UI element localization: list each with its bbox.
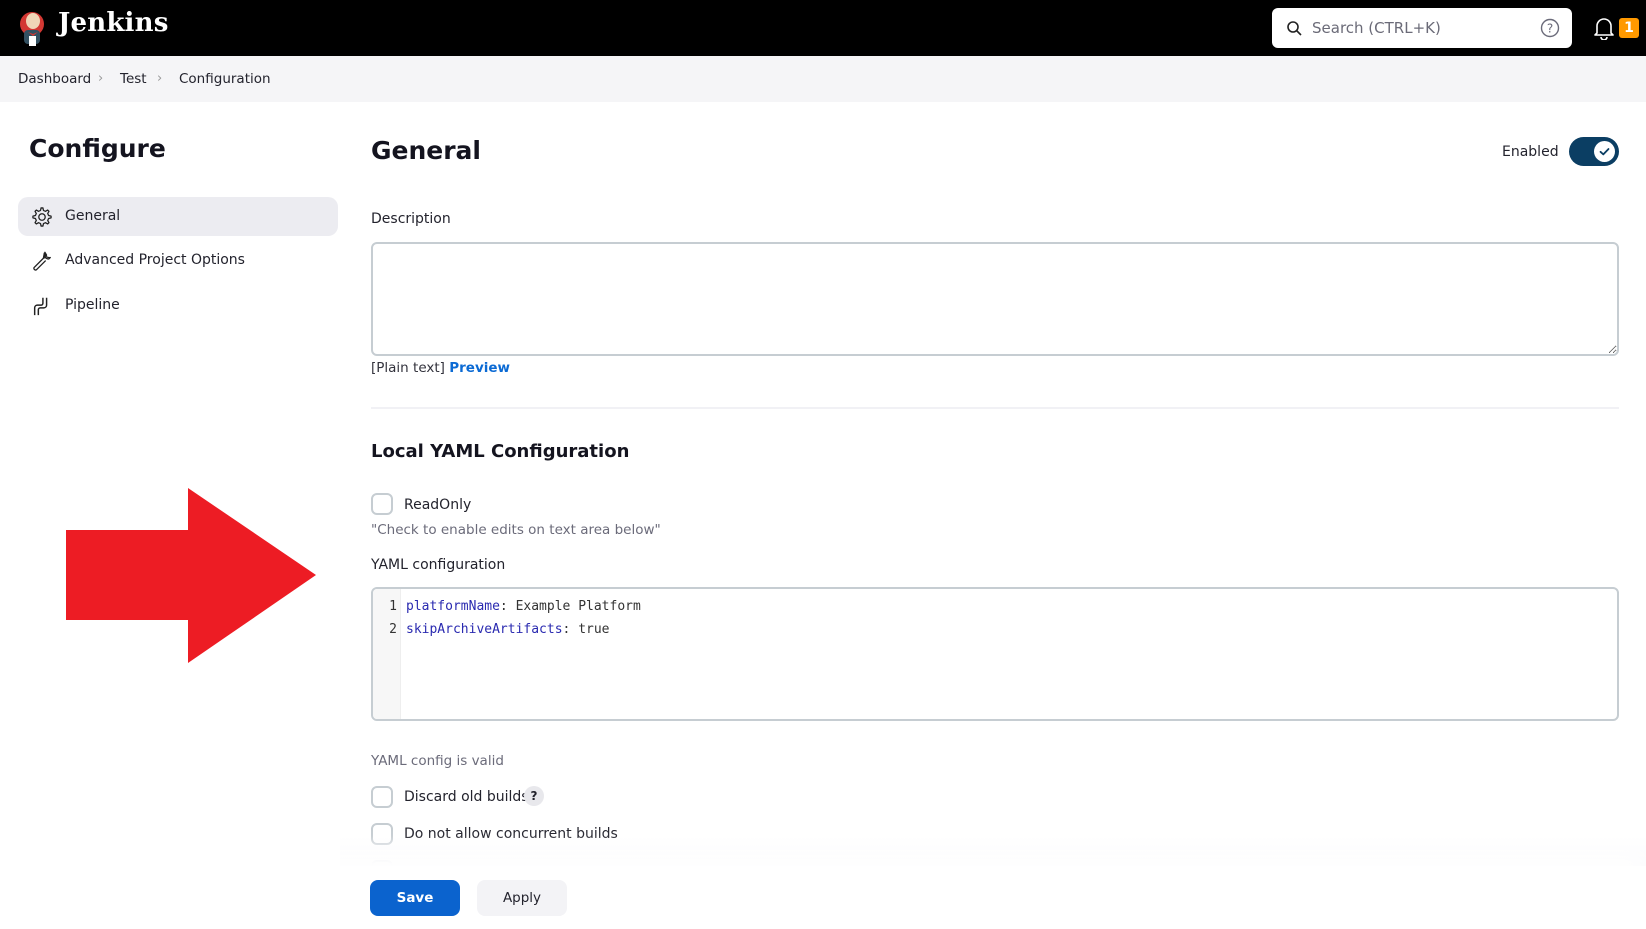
breadcrumb-test[interactable]: Test: [120, 71, 147, 87]
description-label: Description: [371, 211, 451, 227]
page-title: General: [371, 136, 481, 165]
yaml-status: YAML config is valid: [371, 753, 504, 769]
search-input[interactable]: [1312, 16, 1522, 40]
sidebar-item-pipeline[interactable]: Pipeline: [18, 286, 338, 325]
top-header: Jenkins ? 1: [0, 0, 1646, 56]
wrench-icon: [33, 251, 51, 271]
readonly-checkbox[interactable]: [371, 493, 393, 515]
sidebar-item-label: Advanced Project Options: [65, 252, 245, 268]
breadcrumb-dashboard[interactable]: Dashboard: [18, 71, 91, 87]
yaml-value: : Example Platform: [499, 599, 641, 614]
sidebar-item-general[interactable]: General: [18, 197, 338, 236]
jenkins-logo-icon[interactable]: [18, 8, 48, 48]
breadcrumb: Dashboard › Test › Configuration: [0, 56, 1646, 102]
apply-button[interactable]: Apply: [477, 880, 567, 916]
bottom-action-bar: [0, 866, 1646, 929]
discard-old-builds-label[interactable]: Discard old builds: [404, 789, 529, 805]
search-icon: [1287, 21, 1302, 36]
annotation-arrow-icon: [66, 488, 316, 663]
yaml-section-title: Local YAML Configuration: [371, 441, 630, 462]
readonly-label[interactable]: ReadOnly: [404, 497, 471, 513]
description-textarea[interactable]: [371, 242, 1619, 356]
notification-bell-icon[interactable]: [1593, 16, 1615, 40]
yaml-value: : true: [562, 622, 610, 637]
yaml-key: skipArchiveArtifacts: [406, 622, 563, 637]
discard-old-builds-checkbox[interactable]: [371, 786, 393, 808]
gear-icon: [32, 207, 52, 227]
line-number: 2: [389, 622, 397, 637]
line-number: 1: [389, 599, 397, 614]
save-button[interactable]: Save: [370, 880, 460, 916]
pipeline-icon: [33, 297, 48, 316]
sidebar-item-label: General: [65, 208, 121, 224]
breadcrumb-chevron-icon: ›: [157, 71, 163, 86]
preview-link[interactable]: Preview: [449, 360, 510, 376]
search-box[interactable]: ?: [1272, 8, 1572, 48]
sidebar-item-label: Pipeline: [65, 297, 120, 313]
help-icon[interactable]: ?: [524, 786, 544, 806]
check-icon: [1599, 148, 1610, 156]
yaml-editor[interactable]: 1 platformName: Example Platform 2 skipA…: [371, 587, 1619, 721]
toggle-knob: [1594, 141, 1615, 162]
yaml-config-label: YAML configuration: [371, 557, 506, 573]
svg-text:?: ?: [1547, 22, 1553, 36]
notification-badge[interactable]: 1: [1619, 18, 1639, 38]
readonly-hint: "Check to enable edits on text area belo…: [371, 522, 661, 538]
section-divider: [371, 407, 1619, 409]
description-format: [Plain text] Preview: [371, 360, 510, 376]
brand-name[interactable]: Jenkins: [58, 8, 169, 38]
sidebar-title: Configure: [29, 134, 166, 163]
plain-text-label: [Plain text]: [371, 360, 445, 376]
enabled-label: Enabled: [1502, 144, 1559, 160]
sidebar-item-advanced-project-options[interactable]: Advanced Project Options: [18, 241, 338, 280]
scroll-fade: [340, 836, 1646, 866]
enabled-toggle[interactable]: [1569, 137, 1619, 166]
help-icon[interactable]: ?: [1540, 18, 1560, 38]
breadcrumb-chevron-icon: ›: [98, 71, 104, 86]
breadcrumb-configuration[interactable]: Configuration: [179, 71, 271, 87]
yaml-key: platformName: [406, 599, 500, 614]
